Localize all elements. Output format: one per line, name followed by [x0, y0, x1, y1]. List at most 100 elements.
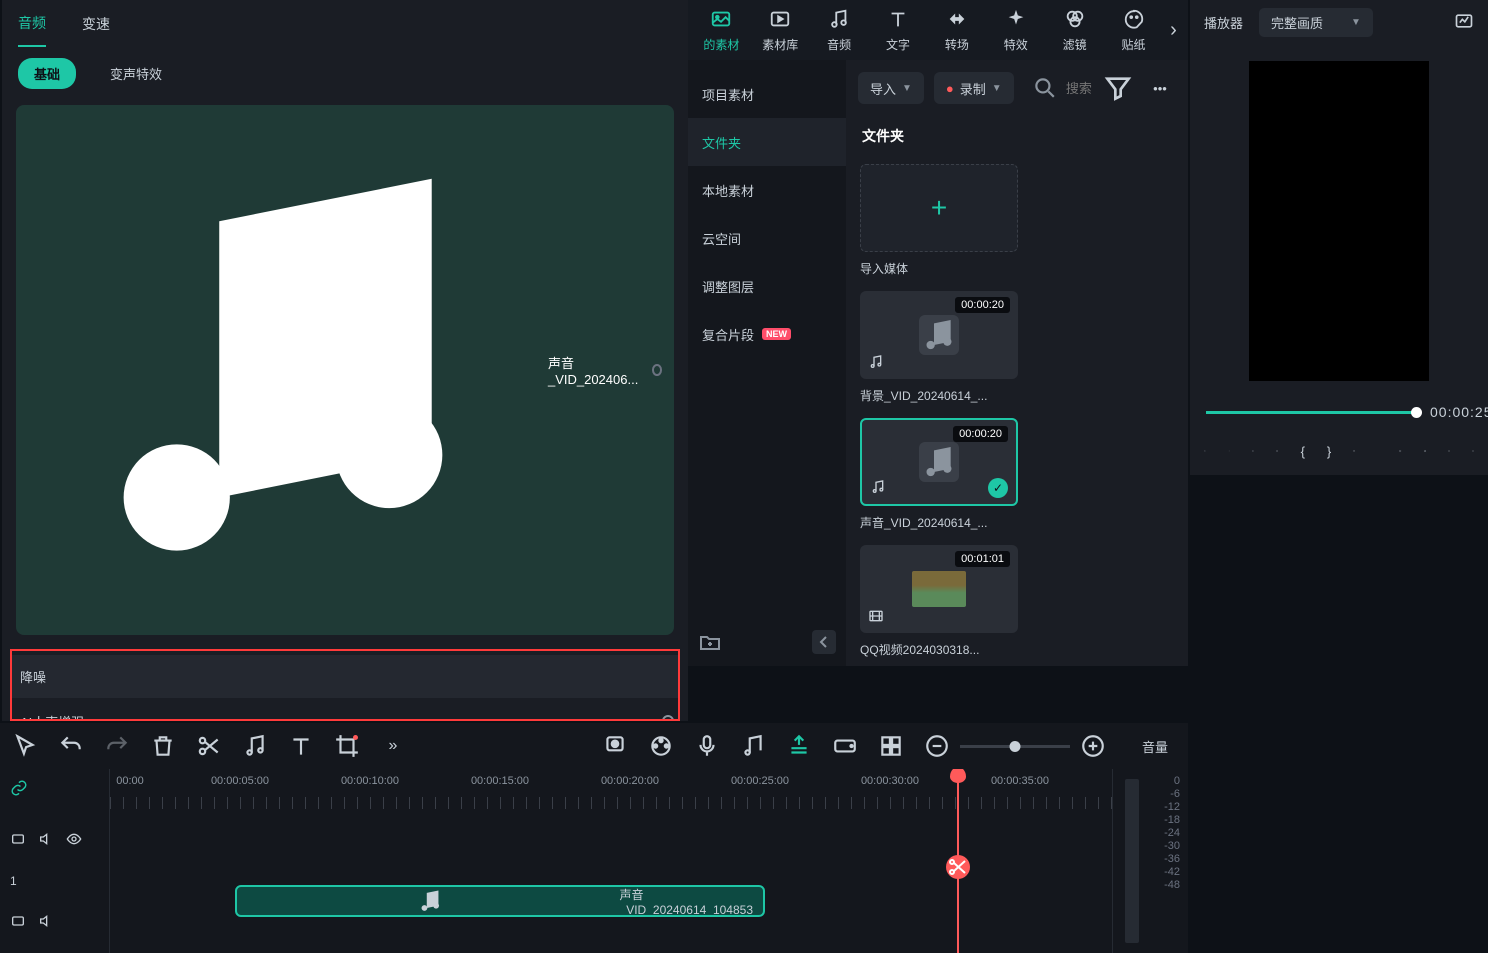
marker-button[interactable] — [1353, 439, 1355, 463]
preview-viewport[interactable] — [1190, 44, 1488, 397]
sidebar-adjust-layer[interactable]: 调整图层 — [688, 262, 846, 310]
row-ai-voice[interactable]: AI人声增强 — [12, 698, 678, 721]
subtab-voicefx[interactable]: 变声特效 — [94, 58, 178, 89]
ruler-mark: 00:00:35:00 — [991, 775, 1049, 787]
sidebar-item-label: 复合片段 — [702, 325, 754, 344]
marker-tool[interactable] — [878, 733, 904, 759]
delete-button[interactable] — [150, 733, 176, 759]
zoom-out-button[interactable] — [924, 733, 950, 759]
tabs-more[interactable]: › — [1163, 19, 1184, 42]
tab-transition[interactable]: 转场 — [928, 0, 987, 60]
lock-icon[interactable] — [10, 913, 26, 932]
meter-label: -18 — [1164, 814, 1180, 826]
media-card-video[interactable]: 00:01:01 QQ视频2024030318... — [860, 545, 1018, 658]
play-button[interactable] — [1252, 439, 1254, 463]
color-tool[interactable] — [648, 733, 674, 759]
sidebar-cloud-space[interactable]: 云空间 — [688, 214, 846, 262]
media-card-audio-bg[interactable]: 00:00:20 背景_VID_20240614_... — [860, 291, 1018, 404]
sidebar-project-material[interactable]: 项目素材 — [688, 70, 846, 118]
subtab-basic[interactable]: 基础 — [18, 58, 76, 89]
tab-material-lib[interactable]: 素材库 — [751, 0, 810, 60]
import-media-card[interactable]: + 导入媒体 — [860, 164, 1018, 277]
zoom-in-button[interactable] — [1080, 733, 1106, 759]
link-tool[interactable] — [832, 733, 858, 759]
track-header-1[interactable] — [0, 809, 109, 871]
track-header-2[interactable] — [0, 891, 109, 953]
volume-button[interactable] — [1448, 439, 1450, 463]
playhead[interactable] — [957, 769, 959, 953]
noise-header: 降噪 — [10, 655, 680, 698]
tab-audio[interactable]: 音频 — [810, 0, 869, 60]
redo-button[interactable] — [104, 733, 130, 759]
new-badge: NEW — [762, 328, 791, 340]
more-icon[interactable]: ••• — [1144, 72, 1176, 104]
cursor-tool[interactable] — [12, 733, 38, 759]
more-tools[interactable]: » — [380, 733, 406, 759]
quality-select[interactable]: 完整画质 ▼ — [1259, 8, 1373, 37]
meter-label: -30 — [1164, 840, 1180, 852]
magnet-tool[interactable] — [786, 733, 812, 759]
tab-label: 的素材 — [703, 36, 739, 53]
link-icon[interactable] — [10, 779, 28, 800]
tab-label: 特效 — [1004, 36, 1028, 53]
mark-out-button[interactable]: } — [1327, 439, 1331, 463]
record-button[interactable]: ● 录制 ▼ — [934, 72, 1014, 104]
ruler-mark: 00:00 — [116, 775, 144, 787]
timeline-ruler[interactable]: 00:00 00:00:05:00 00:00:10:00 00:00:15:0… — [110, 769, 1188, 809]
zoom-slider[interactable] — [960, 745, 1070, 748]
split-button[interactable] — [196, 733, 222, 759]
crop-tool[interactable] — [334, 733, 360, 759]
ruler-mark: 00:00:25:00 — [731, 775, 789, 787]
visibility-icon[interactable] — [66, 831, 82, 850]
sidebar-compound-clip[interactable]: 复合片段 NEW — [688, 310, 846, 358]
lock-icon[interactable] — [10, 831, 26, 850]
clip-label: 声音_VID_20240614_104853 — [620, 886, 753, 917]
undo-button[interactable] — [58, 733, 84, 759]
tab-my-material[interactable]: 的素材 — [692, 0, 751, 60]
stats-icon[interactable] — [1454, 11, 1474, 34]
mark-in-button[interactable]: { — [1301, 439, 1305, 463]
sidebar-local-material[interactable]: 本地素材 — [688, 166, 846, 214]
next-frame-button[interactable] — [1228, 439, 1230, 463]
top-tabs: 的素材 素材库 音频 文字 转场 特效 — [688, 0, 1188, 60]
media-label: 声音_VID_20240614_... — [860, 514, 1018, 531]
mute-icon[interactable] — [38, 913, 54, 932]
mute-icon[interactable] — [38, 831, 54, 850]
sidebar-folder[interactable]: 文件夹 — [688, 118, 846, 166]
filter-icon[interactable] — [1102, 72, 1134, 104]
music-icon — [247, 887, 614, 915]
preview-scrubber[interactable] — [1206, 411, 1416, 414]
tab-effect[interactable]: 特效 — [986, 0, 1045, 60]
meter-label: 0 — [1174, 775, 1180, 787]
new-folder-icon[interactable] — [698, 630, 722, 654]
record-tool[interactable] — [602, 733, 628, 759]
beat-tool[interactable] — [740, 733, 766, 759]
track-2[interactable]: 声音_VID_20240614_104853 — [110, 871, 1188, 933]
track-1[interactable] — [110, 809, 1188, 871]
fullscreen-button[interactable] — [1472, 439, 1474, 463]
record-dot-icon: ● — [946, 81, 954, 96]
snapshot-button[interactable] — [1424, 439, 1426, 463]
import-button[interactable]: 导入 ▼ — [858, 72, 924, 104]
tab-filter[interactable]: 滤镜 — [1045, 0, 1104, 60]
timeline-clip[interactable]: 声音_VID_20240614_104853 — [235, 885, 765, 917]
stop-button[interactable] — [1276, 439, 1278, 463]
tab-text[interactable]: 文字 — [869, 0, 928, 60]
tab-speed-props[interactable]: 变速 — [82, 2, 110, 46]
quality-label: 完整画质 — [1271, 13, 1323, 32]
media-label: 导入媒体 — [860, 260, 1018, 277]
search-input[interactable] — [1066, 81, 1092, 96]
sidebar: 项目素材 文件夹 本地素材 云空间 调整图层 复合片段 NEW — [688, 60, 846, 666]
audio-tool[interactable] — [242, 733, 268, 759]
text-tool[interactable] — [288, 733, 314, 759]
selected-clip-pill[interactable]: 声音_VID_202406... — [16, 105, 674, 635]
mic-tool[interactable] — [694, 733, 720, 759]
display-button[interactable] — [1399, 439, 1401, 463]
search-field[interactable] — [1024, 75, 1092, 101]
prev-frame-button[interactable] — [1204, 439, 1206, 463]
tab-audio-props[interactable]: 音频 — [18, 1, 46, 47]
track-number: 1 — [10, 874, 17, 888]
tab-sticker[interactable]: 贴纸 — [1104, 0, 1163, 60]
collapse-sidebar-icon[interactable] — [812, 630, 836, 654]
media-card-audio-voice[interactable]: 00:00:20 ✓ 声音_VID_20240614_... — [860, 418, 1018, 531]
